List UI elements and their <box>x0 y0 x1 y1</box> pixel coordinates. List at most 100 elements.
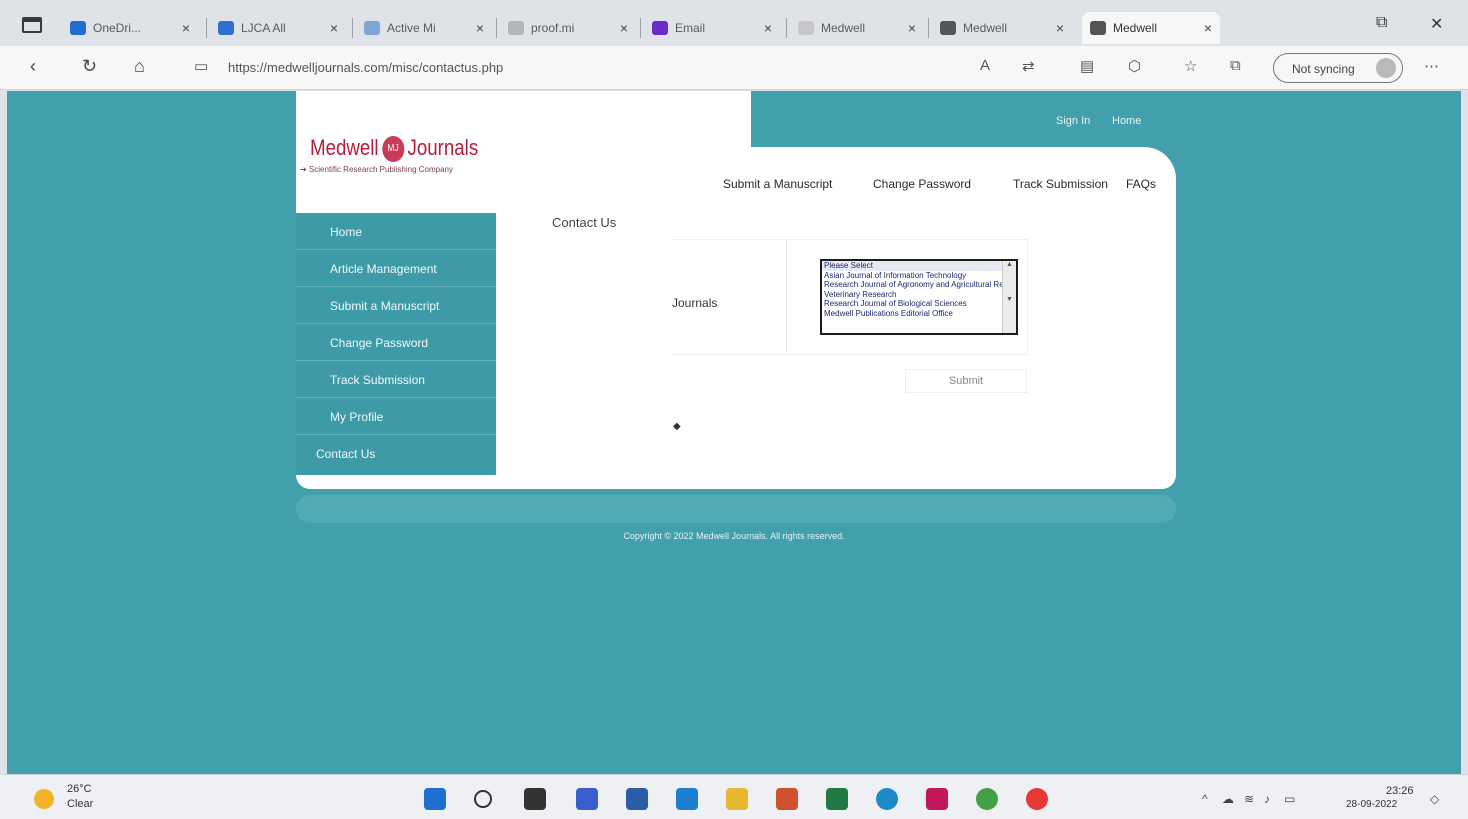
home-link[interactable]: Home <box>1112 115 1141 127</box>
chrome-icon[interactable] <box>1026 788 1048 810</box>
tab-label: OneDri... <box>93 21 142 35</box>
close-window-button[interactable]: ✕ <box>1430 14 1443 34</box>
file-explorer-icon[interactable] <box>726 788 748 810</box>
avatar <box>1376 58 1396 78</box>
journal-select[interactable]: Please Select Asian Journal of Informati… <box>820 259 1018 335</box>
tab-label: Email <box>675 21 706 35</box>
tray-chevron-icon[interactable]: ^ <box>1202 792 1208 806</box>
tab-close-icon[interactable]: × <box>1056 20 1064 36</box>
notifications-icon[interactable]: ◇ <box>1430 792 1439 806</box>
weather-moon-icon[interactable] <box>34 789 54 809</box>
search-icon[interactable] <box>474 790 492 808</box>
chat-icon[interactable] <box>576 788 598 810</box>
volume-icon[interactable]: ♪ <box>1264 792 1270 806</box>
photos-icon[interactable] <box>926 788 948 810</box>
tab-close-icon[interactable]: × <box>908 20 916 36</box>
browser-tab[interactable]: Email × <box>644 12 780 44</box>
journal-option[interactable]: Please Select <box>822 261 1016 271</box>
sidebar-item-home[interactable]: Home <box>296 213 496 250</box>
browser-tab[interactable]: OneDri... × <box>62 12 198 44</box>
browser-tab[interactable]: Medwell × <box>790 12 924 44</box>
browser-tab[interactable]: LJCA All × <box>210 12 346 44</box>
onedrive-icon[interactable]: ☁ <box>1222 792 1234 806</box>
tab-label: Medwell <box>821 21 866 35</box>
tab-separator <box>352 18 353 38</box>
tab-close-icon[interactable]: × <box>182 20 190 36</box>
tab-separator <box>206 18 207 38</box>
sidebar-item-contact-us[interactable]: Contact Us <box>296 435 496 472</box>
logo-text-left: Medwell <box>310 135 379 160</box>
footer-band <box>296 495 1176 523</box>
start-icon[interactable] <box>424 788 446 810</box>
tab-close-icon[interactable]: × <box>764 20 772 36</box>
sign-in-link[interactable]: Sign In <box>1056 115 1090 127</box>
home-icon[interactable]: ⌂ <box>134 56 145 77</box>
sidebar-item-article-management[interactable]: Article Management <box>296 250 496 287</box>
logo-seal-icon: MJ <box>381 136 405 163</box>
browser-toolbar: ‹ ↻ ⌂ ▭ https://medwelljournals.com/misc… <box>0 46 1468 90</box>
favorites-icon[interactable]: ☆ <box>1184 57 1197 75</box>
sidebar-item-track-submission[interactable]: Track Submission <box>296 361 496 398</box>
journal-option[interactable]: Asian Journal of Information Technology <box>822 271 1016 281</box>
mail-icon[interactable] <box>676 788 698 810</box>
outlook-icon[interactable] <box>626 788 648 810</box>
extensions-icon[interactable]: ⬡ <box>1128 57 1141 75</box>
browser-tab[interactable]: Medwell × <box>1082 12 1220 44</box>
address-bar[interactable]: https://medwelljournals.com/misc/contact… <box>228 60 503 75</box>
clock-date[interactable]: 28-09-2022 <box>1346 799 1397 810</box>
more-icon[interactable]: ⋯ <box>1424 57 1439 75</box>
nav-track-submission[interactable]: Track Submission <box>1013 177 1108 191</box>
task-view-icon[interactable] <box>524 788 546 810</box>
wifi-icon[interactable]: ≋ <box>1244 792 1254 806</box>
immersive-reader-icon[interactable]: ▤ <box>1080 57 1094 75</box>
form-divider <box>786 240 787 352</box>
restore-window-button[interactable]: ⧉ <box>1376 14 1387 32</box>
journal-option[interactable]: Veterinary Research <box>822 290 1016 300</box>
main-content: Home Article Management Submit a Manuscr… <box>296 213 1176 489</box>
tab-close-icon[interactable]: × <box>1204 20 1212 36</box>
powerpoint-icon[interactable] <box>776 788 798 810</box>
back-icon[interactable]: ‹ <box>30 56 36 77</box>
tab-favicon-icon <box>652 21 668 35</box>
profile-label: Not syncing <box>1292 62 1355 76</box>
browser-tab[interactable]: Active Mi × <box>356 12 492 44</box>
tab-label: Medwell <box>1113 21 1158 35</box>
listbox-scrollbar[interactable]: ▲ ▼ <box>1002 261 1016 333</box>
sidebar-item-my-profile[interactable]: My Profile <box>296 398 496 435</box>
read-aloud-icon[interactable]: A <box>980 57 990 74</box>
tab-separator <box>496 18 497 38</box>
site-info-icon[interactable]: ▭ <box>194 57 208 75</box>
clock-time[interactable]: 23:26 <box>1386 785 1414 797</box>
collections-icon[interactable]: ⧉ <box>1230 57 1241 74</box>
nav-submit-manuscript[interactable]: Submit a Manuscript <box>723 177 832 191</box>
journal-option[interactable]: Medwell Publications Editorial Office <box>822 309 1016 319</box>
battery-icon[interactable]: ▭ <box>1284 792 1295 806</box>
browser-tab[interactable]: proof.mi × <box>500 12 636 44</box>
excel-icon[interactable] <box>826 788 848 810</box>
weather-description[interactable]: Clear <box>67 798 93 810</box>
translate-icon[interactable]: ⇄ <box>1022 57 1035 75</box>
site-logo[interactable]: Medwell MJ Journals <box>310 135 479 163</box>
journal-option[interactable]: Research Journal of Biological Sciences <box>822 299 1016 309</box>
tab-label: Medwell <box>963 21 1008 35</box>
tab-actions-icon[interactable] <box>22 17 42 33</box>
sidebar-item-submit-manuscript[interactable]: Submit a Manuscript <box>296 287 496 324</box>
journal-option[interactable]: Research Journal of Agronomy and Agricul… <box>822 280 1016 290</box>
site-wrapper: Medwell MJ Journals ➔ Scientific Research … <box>296 91 1176 489</box>
weather-temperature[interactable]: 26°C <box>67 783 92 795</box>
refresh-icon[interactable]: ↻ <box>82 56 97 77</box>
nav-change-password[interactable]: Change Password <box>873 177 971 191</box>
app-with-badge-icon[interactable] <box>976 788 998 810</box>
tab-separator <box>928 18 929 38</box>
sidebar-item-change-password[interactable]: Change Password <box>296 324 496 361</box>
logo-text-right: Journals <box>407 135 479 160</box>
edge-icon[interactable] <box>876 788 898 810</box>
nav-faqs[interactable]: FAQs <box>1126 177 1156 191</box>
tab-close-icon[interactable]: × <box>620 20 628 36</box>
tab-close-icon[interactable]: × <box>476 20 484 36</box>
browser-tab[interactable]: Medwell × <box>932 12 1072 44</box>
tab-close-icon[interactable]: × <box>330 20 338 36</box>
tab-favicon-icon <box>70 21 86 35</box>
profile-button[interactable]: Not syncing <box>1273 53 1403 83</box>
submit-button[interactable]: Submit <box>905 369 1027 393</box>
